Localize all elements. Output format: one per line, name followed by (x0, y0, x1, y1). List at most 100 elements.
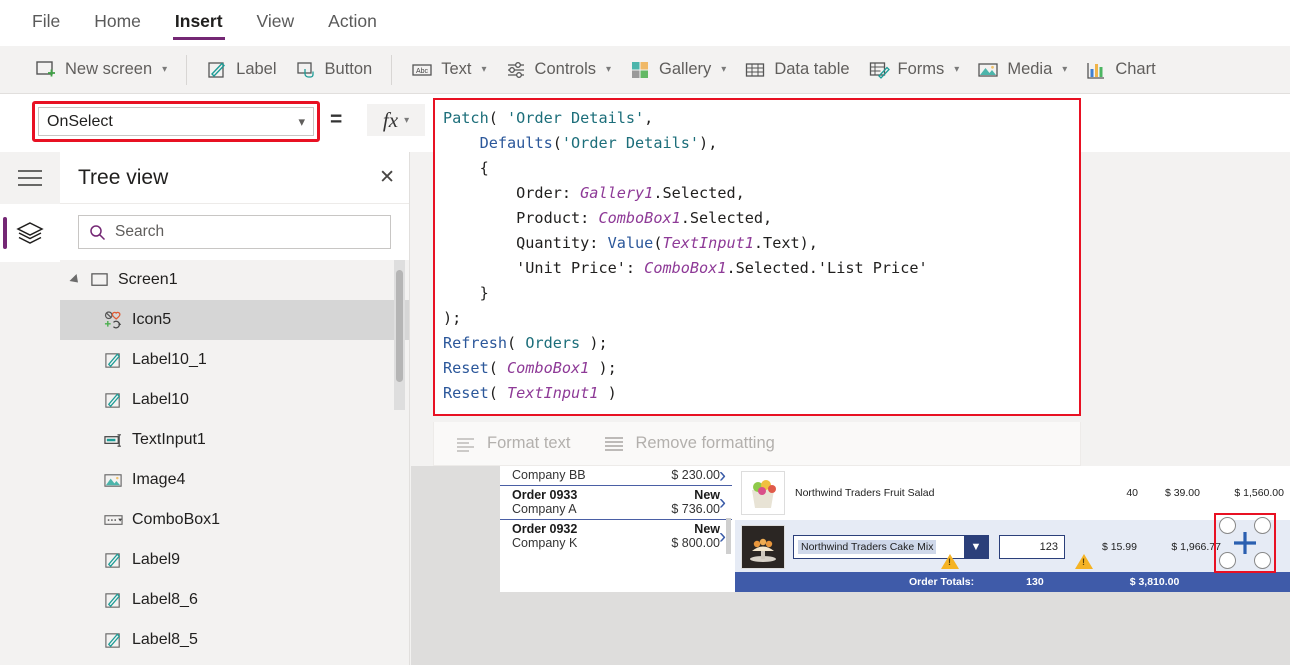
text-button[interactable]: Abc Text ▾ (402, 54, 495, 86)
tree-node-label: Label10_1 (132, 351, 207, 368)
search-input[interactable]: Search (78, 215, 391, 249)
tree-node-label10[interactable]: Label10 (60, 380, 409, 420)
tree-view-rail-button[interactable] (0, 204, 60, 262)
gallery-item-0933[interactable]: Order 0933 New Company A $ 736.00 › (500, 485, 732, 519)
order-gallery[interactable]: Company BB $ 230.00 › Order 0933 New Com… (500, 466, 732, 592)
chevron-down-icon-combobox[interactable]: ▼ (964, 536, 988, 558)
button-button[interactable]: Button (286, 54, 382, 86)
product-combobox[interactable]: Northwind Traders Cake Mix ▼ (793, 535, 989, 559)
menu-item-home[interactable]: Home (92, 5, 143, 42)
label-button-label: Label (236, 60, 277, 78)
media-image-icon (978, 62, 998, 77)
detail-row-fruit-salad[interactable]: Northwind Traders Fruit Salad 40 $ 39.00… (735, 466, 1290, 520)
formula-input[interactable]: Patch( 'Order Details', Defaults('Order … (435, 100, 1079, 406)
insert-ribbon: New screen ▾ Label Button Abc Text ▾ Con… (0, 46, 1290, 94)
chart-button[interactable]: Chart (1076, 54, 1164, 86)
formula-editor-highlight: Patch( 'Order Details', Defaults('Order … (433, 98, 1081, 416)
gallery-row-bottom: Company A $ 736.00 (512, 502, 720, 516)
close-icon[interactable]: ✕ (379, 168, 395, 187)
gallery-item-0932[interactable]: Order 0932 New Company K $ 800.00 › (500, 519, 732, 553)
tree-scrollbar-thumb[interactable] (396, 270, 403, 382)
text-input-icon (104, 433, 121, 447)
menu-item-file[interactable]: File (30, 5, 62, 42)
product-thumbnail (741, 525, 785, 569)
media-button[interactable]: Media ▾ (968, 54, 1076, 86)
order-totals-bar: Order Totals: 130 $ 3,810.00 (735, 572, 1290, 592)
label-pencil-icon (105, 632, 121, 648)
forms-icon (869, 61, 890, 79)
chevron-right-icon[interactable]: › (719, 525, 726, 549)
property-dropdown-highlight: OnSelect ▾ (32, 101, 320, 142)
detail-row-cake-mix[interactable]: Northwind Traders Cake Mix ▼ 123 $ 15.99… (735, 520, 1290, 574)
tree-node-label8_5[interactable]: Label8_5 (60, 620, 409, 660)
tree-node-screen1[interactable]: Screen1 (60, 260, 409, 300)
order-number: Order 0933 (512, 488, 578, 502)
chevron-down-icon-fx: ▾ (404, 114, 410, 126)
tree-node-icon5[interactable]: Icon5 (60, 300, 409, 340)
quantity-input[interactable]: 123 (999, 535, 1065, 559)
gallery-row-bottom: Company K $ 800.00 (512, 536, 720, 550)
formula-format-toolbar: Format text Remove formatting (433, 422, 1081, 466)
icon5-selection-highlight (1214, 513, 1276, 573)
chevron-right-icon[interactable]: › (719, 491, 726, 515)
tree-node-list[interactable]: Screen1 Icon5 Label10_1 Label10 TextInput1 Im… (60, 260, 409, 665)
menu-item-insert[interactable]: Insert (172, 5, 225, 42)
label-button[interactable]: Label (197, 54, 285, 86)
hamburger-icon (18, 170, 42, 186)
remove-formatting-label: Remove formatting (635, 434, 775, 452)
tree-node-image4[interactable]: Image4 (60, 460, 409, 500)
text-label: Text (441, 60, 472, 78)
add-icon-control[interactable] (1219, 517, 1271, 569)
text-abc-icon: Abc (412, 63, 432, 76)
format-text-button[interactable]: Format text (456, 434, 570, 453)
fx-button[interactable]: fx ▾ (367, 104, 425, 136)
order-amount: $ 800.00 (671, 536, 720, 550)
product-line-total: $ 1,966.77 (1171, 541, 1221, 553)
order-totals-label: Order Totals: (909, 576, 975, 588)
tree-node-label: TextInput1 (132, 431, 206, 448)
gallery-row-top: Order 0933 New (512, 488, 720, 502)
remove-formatting-button[interactable]: Remove formatting (604, 434, 775, 453)
controls-button[interactable]: Controls ▾ (496, 54, 620, 86)
order-amount: $ 230.00 (671, 468, 720, 482)
remove-formatting-icon (605, 436, 624, 451)
property-dropdown[interactable]: OnSelect ▾ (38, 107, 314, 136)
data-table-button[interactable]: Data table (735, 54, 858, 86)
tree-node-textinput1[interactable]: TextInput1 (60, 420, 409, 460)
expand-triangle-icon[interactable] (69, 273, 82, 287)
forms-button[interactable]: Forms ▾ (859, 54, 969, 86)
product-thumbnail (741, 471, 785, 515)
chevron-down-icon-forms: ▾ (954, 64, 960, 75)
menu-item-view[interactable]: View (255, 5, 297, 42)
company-name: Company BB (512, 468, 586, 482)
tree-node-label10_1[interactable]: Label10_1 (60, 340, 409, 380)
order-status: New (694, 488, 720, 502)
chevron-down-icon-media: ▾ (1062, 64, 1068, 75)
data-table-icon (746, 62, 765, 77)
tree-node-label8_6[interactable]: Label8_6 (60, 580, 409, 620)
hamburger-menu-button[interactable] (0, 152, 60, 204)
forms-label: Forms (897, 60, 945, 78)
tree-node-combobox1[interactable]: ComboBox1 (60, 500, 409, 540)
gallery-label: Gallery (659, 60, 712, 78)
formula-line: Order: Gallery1.Selected, (443, 184, 745, 202)
tree-node-label9[interactable]: Label9 (60, 540, 409, 580)
gallery-item-partial[interactable]: Company BB $ 230.00 › (500, 466, 732, 487)
formula-line: Product: ComboBox1.Selected, (443, 209, 773, 227)
gallery-row-top: Order 0932 New (512, 522, 720, 536)
svg-text:Abc: Abc (416, 68, 429, 75)
menu-bar: File Home Insert View Action (0, 0, 1290, 46)
menu-item-action[interactable]: Action (326, 5, 379, 42)
gallery-scrollbar[interactable] (726, 518, 731, 554)
new-screen-button[interactable]: New screen ▾ (26, 54, 176, 86)
combobox-warning-icon (941, 554, 959, 569)
order-number: Order 0932 (512, 522, 578, 536)
gallery-button[interactable]: Gallery ▾ (620, 54, 735, 86)
gallery-squares-icon (632, 61, 649, 78)
plus-icon[interactable] (1231, 529, 1259, 557)
tree-node-label: Label8_6 (132, 591, 198, 608)
chart-bars-icon (1087, 62, 1105, 79)
price-warning-icon (1075, 554, 1093, 569)
gallery-row-bottom: Company BB $ 230.00 (512, 468, 720, 482)
tree-node-label: Screen1 (118, 271, 178, 288)
